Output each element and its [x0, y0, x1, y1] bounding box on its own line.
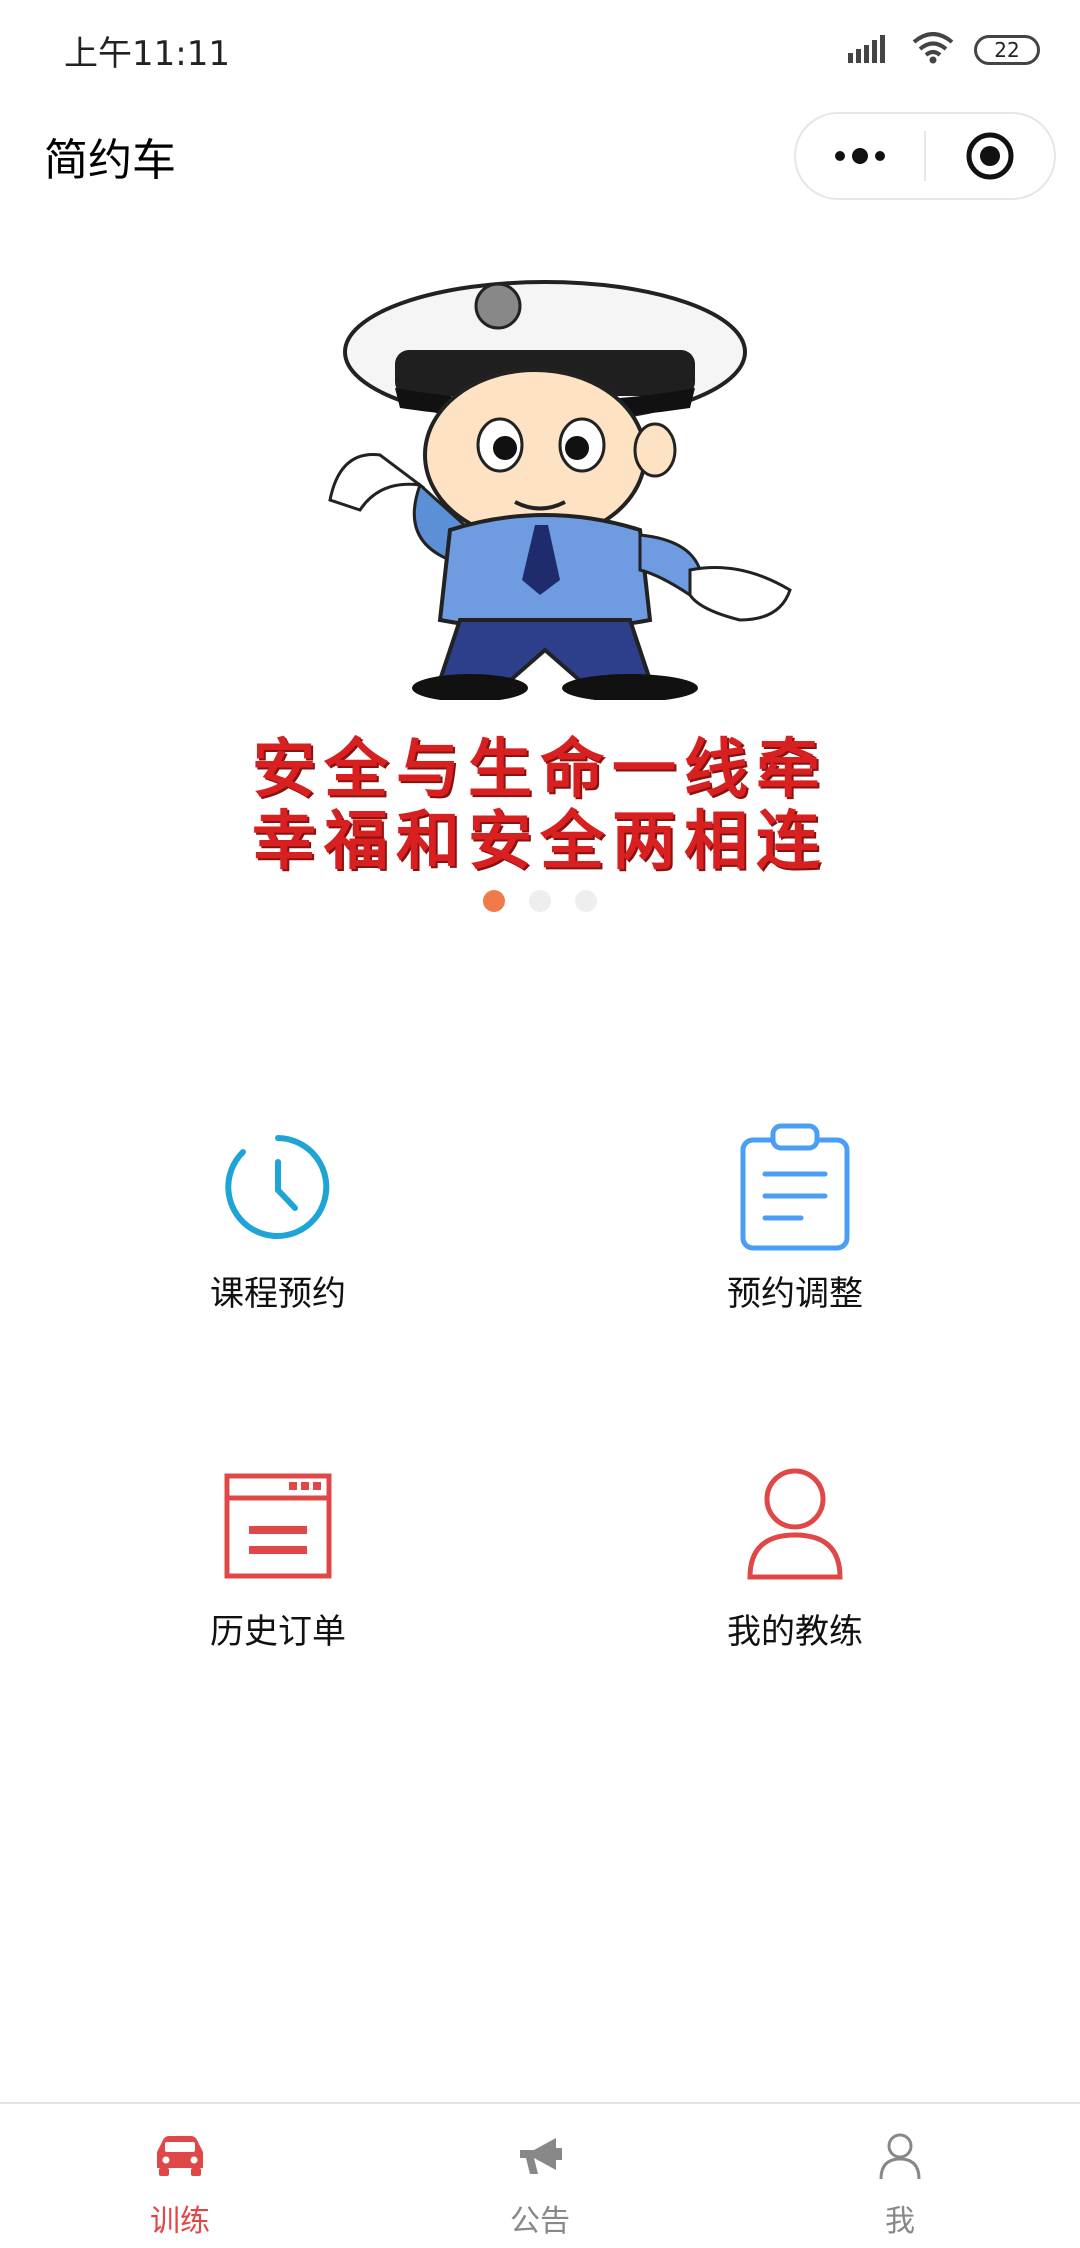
booking-adjust-button[interactable]: 预约调整	[615, 1122, 975, 1342]
my-coach-button[interactable]: 我的教练	[615, 1460, 975, 1680]
car-icon	[153, 2126, 207, 2186]
slogan-line-2: 幸福和安全两相连	[252, 805, 828, 879]
course-booking-label: 课程预约	[210, 1274, 346, 1314]
carousel-dot[interactable]	[575, 890, 597, 912]
carousel-dot[interactable]	[529, 890, 551, 912]
carousel-dot-active[interactable]	[483, 890, 505, 912]
tab-bar: 训练 公告 我	[0, 2102, 1080, 2248]
my-coach-label: 我的教练	[727, 1612, 863, 1652]
profile-icon	[878, 2126, 922, 2186]
tab-training-label: 训练	[150, 2204, 210, 2239]
status-time: 上午11:11	[64, 33, 230, 74]
order-list-icon	[213, 1460, 343, 1590]
tab-me-label: 我	[885, 2204, 915, 2239]
nav-bar: 简约车	[0, 100, 1080, 212]
tab-me[interactable]: 我	[720, 2104, 1080, 2248]
target-icon	[966, 132, 1014, 180]
more-dots-icon	[835, 148, 885, 164]
status-bar: 上午11:11 22	[0, 0, 1080, 100]
more-button[interactable]	[796, 114, 924, 198]
police-cartoon-image	[328, 280, 792, 702]
tab-training[interactable]: 训练	[0, 2104, 360, 2248]
tab-notice-label: 公告	[510, 2204, 570, 2239]
booking-adjust-label: 预约调整	[727, 1274, 863, 1314]
order-history-label: 历史订单	[210, 1612, 346, 1652]
tab-notice[interactable]: 公告	[360, 2104, 720, 2248]
order-history-button[interactable]: 历史订单	[98, 1460, 458, 1680]
banner-carousel[interactable]: 安全与生命一线牵 幸福和安全两相连	[0, 240, 1080, 880]
carousel-indicator	[0, 890, 1080, 912]
user-icon	[730, 1460, 860, 1590]
megaphone-icon	[516, 2126, 564, 2186]
clock-icon	[213, 1122, 343, 1252]
battery-indicator: 22	[974, 35, 1040, 65]
course-booking-button[interactable]: 课程预约	[98, 1122, 458, 1342]
miniprogram-capsule	[794, 112, 1056, 200]
page-title: 简约车	[44, 135, 176, 186]
close-miniprogram-button[interactable]	[926, 114, 1054, 198]
wifi-icon	[912, 32, 954, 68]
status-icons: 22	[848, 32, 1040, 68]
clipboard-icon	[730, 1122, 860, 1252]
signal-icon	[848, 33, 892, 67]
